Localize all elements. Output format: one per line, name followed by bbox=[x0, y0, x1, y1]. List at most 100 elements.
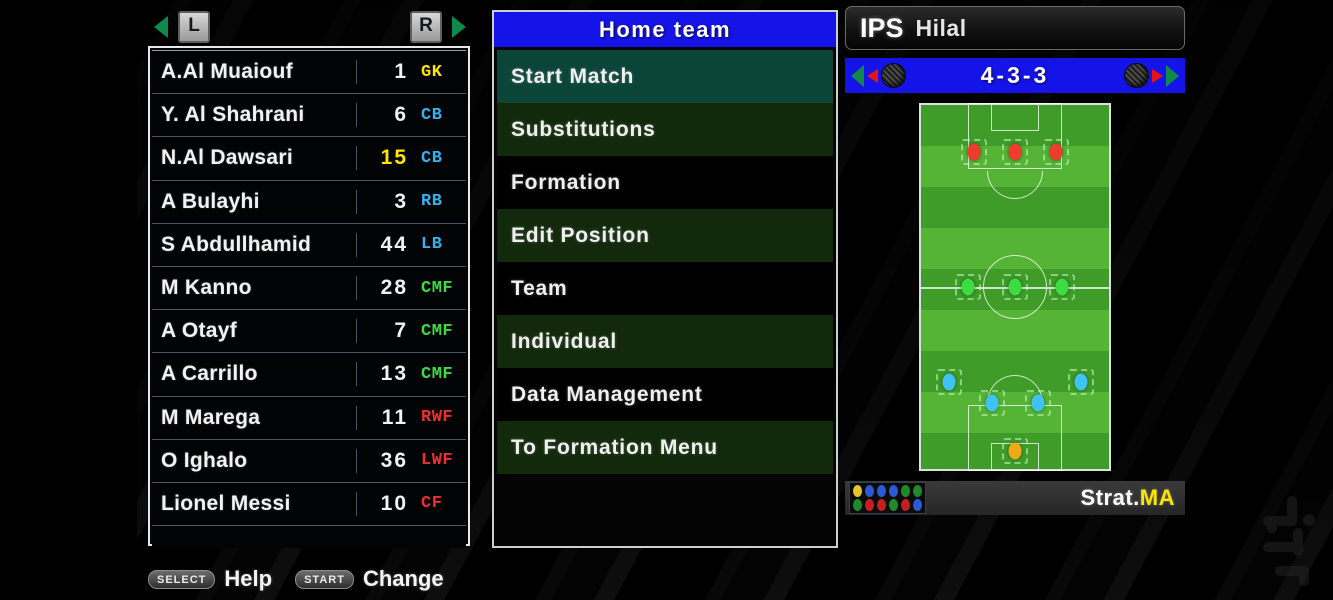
table-row[interactable]: Lionel Messi 10 CF bbox=[152, 481, 466, 527]
app-watermark-icon bbox=[1263, 496, 1315, 586]
player-name: S Abdullhamid bbox=[161, 232, 312, 256]
menu-item-team[interactable]: Team bbox=[497, 262, 833, 315]
table-row[interactable]: A Carrillo 13 CMF bbox=[152, 352, 466, 397]
game-screen: L R A.Al Muaiouf 1 GK Y. Al Shahrani 6 CB N.Al… bbox=[0, 0, 1333, 600]
table-row[interactable]: O Ighalo 36 LWF bbox=[152, 438, 466, 483]
next-formation-arrow-icon[interactable] bbox=[1165, 64, 1179, 87]
formation-label: 4-3-3 bbox=[980, 62, 1050, 88]
letterbox-left bbox=[0, 0, 137, 600]
pitch-player-defender[interactable] bbox=[1031, 394, 1045, 412]
player-number: 3 bbox=[356, 189, 414, 214]
player-number: 13 bbox=[356, 362, 414, 387]
player-position: CMF bbox=[421, 364, 454, 384]
team-info-panel: IPS Hilal 4-3-3 Strat.MA bbox=[845, 6, 1185, 554]
table-row[interactable]: A Bulayhi 3 RB bbox=[152, 179, 466, 224]
player-position: CB bbox=[421, 148, 443, 168]
formation-selector: 4-3-3 bbox=[845, 58, 1185, 93]
pitch-container bbox=[845, 103, 1185, 471]
menu-item-data-management[interactable]: Data Management bbox=[497, 368, 833, 421]
player-name: A Carrillo bbox=[161, 362, 258, 386]
select-action-label: Help bbox=[224, 566, 273, 591]
table-row[interactable]: M Marega 11 RWF bbox=[152, 395, 466, 440]
pitch-player-defender[interactable] bbox=[942, 373, 956, 391]
status-dot bbox=[913, 485, 922, 497]
table-row[interactable]: A.Al Muaiouf 1 GK bbox=[152, 50, 466, 95]
menu-item-formation[interactable]: Formation bbox=[497, 156, 833, 209]
start-button-glyph[interactable]: START bbox=[295, 569, 354, 589]
player-position: CMF bbox=[421, 278, 454, 298]
prev-formation-arrow-icon[interactable] bbox=[851, 64, 864, 87]
table-row[interactable]: S Abdullhamid 44 LB bbox=[152, 222, 466, 267]
menu-item-to-formation-menu[interactable]: To Formation Menu bbox=[497, 421, 833, 474]
player-number: 28 bbox=[356, 276, 414, 301]
player-name: M Marega bbox=[161, 405, 261, 429]
menu-item-edit-position[interactable]: Edit Position bbox=[497, 209, 833, 262]
pitch-player-forward[interactable] bbox=[1049, 143, 1063, 161]
menu-item-start-match[interactable]: Start Match bbox=[497, 50, 833, 103]
start-action-label: Change bbox=[362, 566, 444, 591]
player-number: 10 bbox=[356, 491, 414, 516]
shoulder-button-r[interactable]: R bbox=[410, 11, 442, 43]
status-dot bbox=[853, 499, 862, 511]
status-dot bbox=[877, 485, 886, 497]
pitch-player-goalkeeper[interactable] bbox=[1008, 442, 1022, 460]
table-row[interactable]: Y. Al Shahrani 6 CB bbox=[152, 93, 466, 138]
player-position: GK bbox=[421, 62, 443, 82]
button-hint-bar: SELECT Help START Change bbox=[148, 566, 488, 592]
player-number: 44 bbox=[356, 232, 414, 257]
pitch-player-forward[interactable] bbox=[1008, 143, 1022, 161]
pitch-player-midfielder[interactable] bbox=[961, 278, 975, 296]
penalty-arc-top bbox=[987, 171, 1043, 199]
menu-item-substitutions[interactable]: Substitutions bbox=[497, 103, 833, 156]
player-name: Lionel Messi bbox=[161, 491, 291, 515]
prev-page-arrow-icon[interactable] bbox=[154, 16, 168, 38]
next-page-arrow-icon[interactable] bbox=[452, 16, 466, 38]
team-name-label: Hilal bbox=[915, 14, 967, 41]
player-name: A Bulayhi bbox=[161, 189, 260, 213]
player-number: 11 bbox=[356, 405, 414, 430]
status-dot bbox=[865, 499, 874, 511]
status-dot bbox=[901, 499, 910, 511]
table-row[interactable]: M Kanno 28 CMF bbox=[152, 265, 466, 311]
strategy-bar: Strat.MA bbox=[845, 481, 1185, 515]
table-row[interactable]: A Otayf 7 CMF bbox=[152, 309, 466, 354]
home-team-menu-panel: Home team Start Match Substitutions Format… bbox=[492, 10, 838, 548]
menu-title: Home team bbox=[494, 12, 836, 47]
player-name: O Ighalo bbox=[161, 448, 248, 472]
status-dot bbox=[889, 499, 898, 511]
shift-right-arrow-icon bbox=[1151, 68, 1163, 83]
table-row[interactable]: N.Al Dawsari 15 CB bbox=[152, 136, 466, 181]
pitch-player-defender[interactable] bbox=[985, 394, 999, 412]
pitch-player-forward[interactable] bbox=[967, 143, 981, 161]
player-position: RWF bbox=[421, 408, 454, 428]
shift-left-arrow-icon bbox=[867, 68, 878, 83]
player-position: CB bbox=[421, 105, 443, 125]
player-number: 15 bbox=[356, 146, 414, 171]
player-number: 6 bbox=[356, 103, 414, 128]
pitch-player-midfielder[interactable] bbox=[1055, 278, 1069, 296]
team-name-bar[interactable]: IPS Hilal bbox=[845, 6, 1185, 50]
roster-empty-slot bbox=[152, 525, 466, 549]
status-dot bbox=[877, 499, 886, 511]
select-button-glyph[interactable]: SELECT bbox=[148, 569, 216, 589]
status-dot bbox=[889, 485, 898, 497]
team-prefix-label: IPS bbox=[860, 12, 904, 43]
player-name: A Otayf bbox=[161, 319, 237, 343]
player-number: 1 bbox=[356, 60, 414, 85]
player-name: N.Al Dawsari bbox=[161, 146, 293, 170]
menu-item-individual[interactable]: Individual bbox=[497, 315, 833, 368]
player-name: A.Al Muaiouf bbox=[161, 60, 293, 84]
player-list-panel: L R A.Al Muaiouf 1 GK Y. Al Shahrani 6 CB N.Al… bbox=[148, 8, 470, 553]
player-number: 36 bbox=[356, 448, 414, 473]
player-name: Y. Al Shahrani bbox=[161, 103, 305, 127]
strategy-label: Strat. bbox=[1080, 485, 1140, 510]
strategy-value: MA bbox=[1139, 485, 1175, 510]
player-position: LWF bbox=[421, 451, 454, 471]
formation-pitch[interactable] bbox=[919, 103, 1111, 471]
player-position: LB bbox=[421, 235, 443, 255]
strategy-label-group[interactable]: Strat.MA bbox=[1081, 485, 1175, 511]
shoulder-button-l[interactable]: L bbox=[178, 11, 210, 43]
pitch-player-defender[interactable] bbox=[1074, 373, 1088, 391]
pitch-player-midfielder[interactable] bbox=[1008, 278, 1022, 296]
squad-status-dots bbox=[849, 482, 926, 514]
